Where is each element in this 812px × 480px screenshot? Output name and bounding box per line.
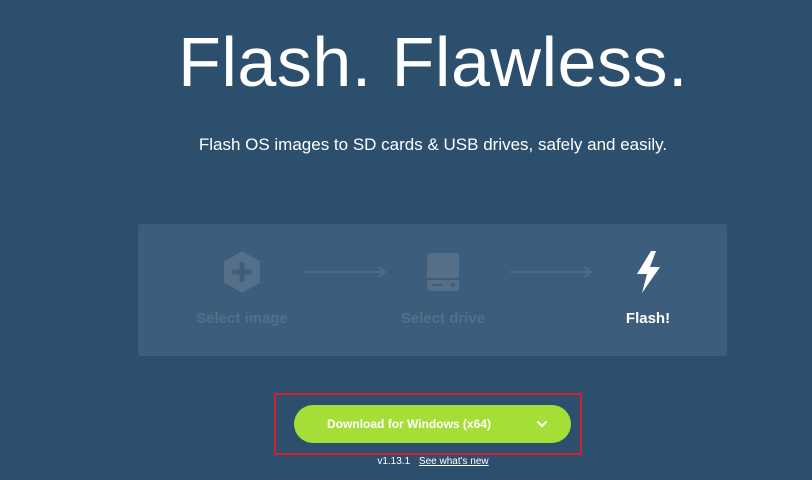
steps-card: Select image Select drive Flash!	[138, 224, 727, 356]
button-divider	[525, 415, 526, 433]
step-label-select-drive: Select drive	[400, 310, 486, 327]
hero-title: Flash. Flawless.	[178, 23, 688, 101]
release-info: v1.13.1 See what's new	[0, 455, 812, 469]
drive-icon	[427, 253, 459, 291]
step-label-select-image: Select image	[196, 310, 288, 327]
version-number: v1.13.1	[377, 456, 411, 467]
step-label-flash: Flash!	[625, 310, 671, 327]
step-flash: Flash!	[558, 224, 738, 356]
lightning-icon	[637, 251, 660, 293]
step-select-image: Select image	[152, 224, 332, 356]
step-select-drive: Select drive	[353, 224, 533, 356]
plus-hexagon-icon	[224, 251, 260, 293]
landing-page: Flash. Flawless. Flash OS images to SD c…	[0, 0, 812, 480]
download-button-label: Download for Windows (x64)	[327, 417, 491, 431]
download-button[interactable]: Download for Windows (x64)	[294, 405, 571, 443]
whats-new-link[interactable]: See what's new	[419, 456, 489, 467]
chevron-down-icon[interactable]	[534, 416, 550, 432]
hero-subtitle: Flash OS images to SD cards & USB drives…	[198, 135, 668, 154]
